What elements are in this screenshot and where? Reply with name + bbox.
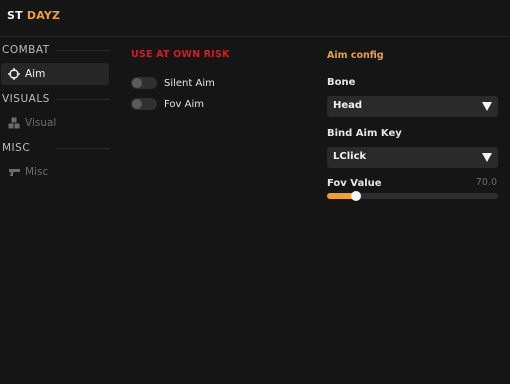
fov-slider[interactable] (327, 191, 498, 201)
crosshair-icon (7, 67, 21, 81)
section-combat: COMBAT (2, 44, 50, 56)
fov-value-readout: 70.0 (475, 177, 497, 188)
section-divider (56, 50, 110, 51)
sidebar-item-visual[interactable]: Visual (1, 112, 109, 134)
section-misc: MISC (2, 142, 31, 154)
sidebar-item-label: Misc (25, 166, 49, 178)
sidebar-item-label: Aim (25, 68, 46, 80)
title-bar: ST DAYZ (0, 0, 510, 37)
fov-aim-toggle[interactable]: Fov Aim (131, 98, 204, 110)
bind-aim-key-label: Bind Aim Key (327, 128, 402, 139)
bone-value: Head (333, 100, 363, 111)
toggle-knob (132, 99, 142, 109)
brand-prefix: ST (7, 9, 23, 22)
dropdown-arrow-icon (482, 153, 492, 162)
bind-key-value: LClick (333, 151, 367, 162)
bind-aim-key-select[interactable]: LClick (327, 147, 498, 168)
sidebar: COMBAT Aim VISUALS Visual MISC Misc (0, 37, 112, 384)
app-brand: ST DAYZ (7, 9, 60, 22)
cubes-icon (7, 116, 21, 130)
toggle-switch[interactable] (131, 98, 157, 110)
sidebar-item-label: Visual (25, 117, 57, 129)
toggle-label: Fov Aim (164, 98, 204, 110)
section-visuals: VISUALS (2, 93, 50, 105)
sidebar-item-aim[interactable]: Aim (1, 63, 109, 85)
risk-warning: USE AT OWN RISK (131, 49, 230, 60)
main-panel: USE AT OWN RISK Silent Aim Fov Aim Aim c… (112, 37, 510, 384)
silent-aim-toggle[interactable]: Silent Aim (131, 77, 215, 89)
slider-thumb[interactable] (351, 191, 362, 201)
bone-label: Bone (327, 77, 356, 88)
toggle-switch[interactable] (131, 77, 157, 89)
section-divider (56, 99, 110, 100)
sidebar-item-misc[interactable]: Misc (1, 161, 109, 183)
bone-select[interactable]: Head (327, 96, 498, 117)
brand-suffix: DAYZ (26, 9, 61, 22)
section-divider (56, 148, 110, 149)
fov-value-label: Fov Value (327, 178, 382, 189)
config-title: Aim config (327, 50, 384, 61)
toggle-knob (132, 78, 142, 88)
toggle-label: Silent Aim (164, 77, 215, 89)
gun-icon (7, 165, 21, 179)
dropdown-arrow-icon (482, 102, 492, 111)
